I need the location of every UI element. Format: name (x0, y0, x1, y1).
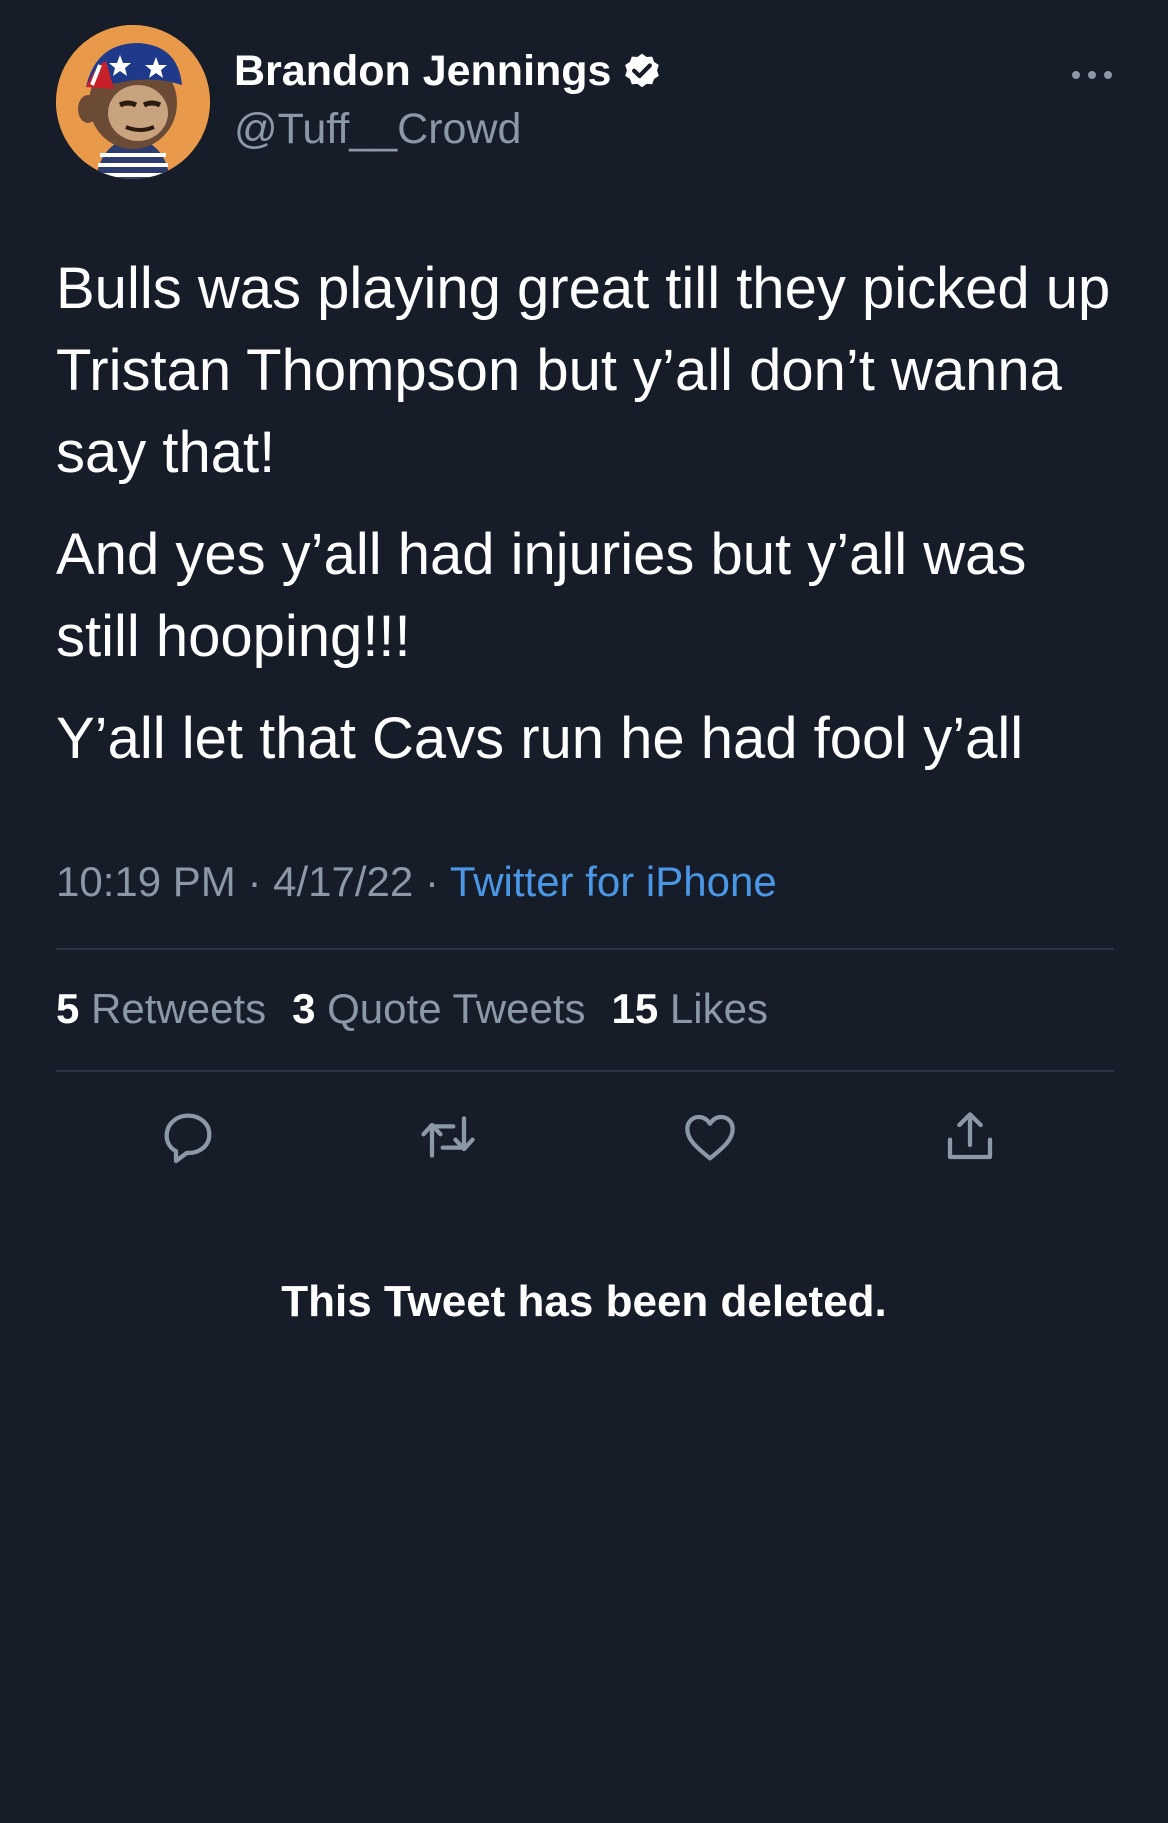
like-icon[interactable] (678, 1105, 742, 1169)
ape-avatar-icon (56, 25, 210, 179)
tweet-date[interactable]: 4/17/22 (273, 858, 413, 905)
display-name[interactable]: Brandon Jennings (234, 47, 611, 96)
divider (56, 1070, 1114, 1072)
quote-tweets-stat[interactable]: 3 Quote Tweets (292, 985, 585, 1033)
meta-separator: · (247, 858, 262, 905)
deleted-tweet-notice: This Tweet has been deleted. (281, 1277, 887, 1326)
tweet-source-link[interactable]: Twitter for iPhone (450, 858, 777, 905)
meta-separator: · (424, 858, 439, 905)
tweet-time[interactable]: 10:19 PM (56, 858, 236, 905)
likes-stat[interactable]: 15 Likes (612, 985, 768, 1033)
user-handle[interactable]: @Tuff__Crowd (234, 105, 521, 154)
more-options-icon[interactable] (1068, 65, 1116, 85)
avatar[interactable] (56, 25, 210, 179)
retweet-icon[interactable] (416, 1105, 480, 1169)
reply-icon[interactable] (156, 1105, 220, 1169)
tweet-paragraph: Y’all let that Cavs run he had fool y’al… (56, 706, 1024, 771)
tweet-paragraph: Bulls was playing great till they picked… (56, 256, 1111, 485)
share-icon[interactable] (938, 1105, 1002, 1169)
tweet-actions-bar (156, 1105, 1016, 1169)
name-row: Brandon Jennings (234, 47, 663, 96)
tweet-text: Bulls was playing great till they picked… (56, 248, 1116, 800)
tweet-metadata: 10:19 PM · 4/17/22 · Twitter for iPhone (56, 858, 777, 906)
divider (56, 948, 1114, 950)
retweets-stat[interactable]: 5 Retweets (56, 985, 266, 1033)
verified-badge-icon (621, 51, 663, 93)
tweet-header: Brandon Jennings @Tuff__Crowd (56, 25, 1116, 185)
tweet-paragraph: And yes y’all had injuries but y’all was… (56, 522, 1027, 669)
engagement-stats: 5 Retweets 3 Quote Tweets 15 Likes (56, 985, 768, 1033)
